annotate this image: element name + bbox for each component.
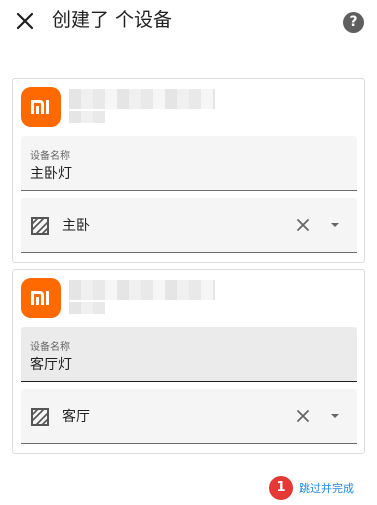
area-hatch-icon (31, 408, 49, 426)
chevron-down-icon[interactable] (329, 412, 341, 420)
chevron-down-icon[interactable] (329, 221, 341, 229)
area-value: 客厅 (62, 409, 90, 425)
help-icon[interactable]: ? (343, 12, 364, 33)
area-hatch-icon (31, 217, 49, 235)
close-button[interactable] (12, 8, 38, 34)
device-id-redacted (69, 302, 105, 314)
skip-and-finish-label[interactable]: 跳过并完成 (299, 480, 354, 496)
area-select[interactable]: 主卧 (21, 198, 357, 253)
device-model-redacted (69, 89, 215, 109)
device-id-redacted (69, 111, 105, 123)
area-value: 主卧 (62, 218, 90, 234)
device-name-label: 设备名称 (30, 342, 70, 353)
area-select[interactable]: 客厅 (21, 389, 357, 444)
device-name-field[interactable]: 设备名称 客厅灯 (21, 327, 357, 382)
device-model-redacted (69, 280, 215, 300)
step-badge: 1 (269, 476, 293, 500)
page-title: 创建了 个设备 (52, 9, 173, 31)
xiaomi-logo (21, 87, 61, 127)
device-card: 设备名称 主卧灯 主卧 (12, 78, 365, 263)
device-name-field[interactable]: 设备名称 主卧灯 (21, 136, 357, 191)
device-name-label: 设备名称 (30, 151, 70, 162)
device-name-value[interactable]: 客厅灯 (30, 354, 72, 374)
dialog-header: 创建了 个设备 ? (0, 0, 377, 44)
clear-icon[interactable] (295, 408, 311, 424)
device-name-value[interactable]: 主卧灯 (30, 163, 72, 183)
xiaomi-logo (21, 278, 61, 318)
device-card: 设备名称 客厅灯 客厅 (12, 269, 365, 454)
close-icon (16, 12, 34, 30)
clear-icon[interactable] (295, 217, 311, 233)
